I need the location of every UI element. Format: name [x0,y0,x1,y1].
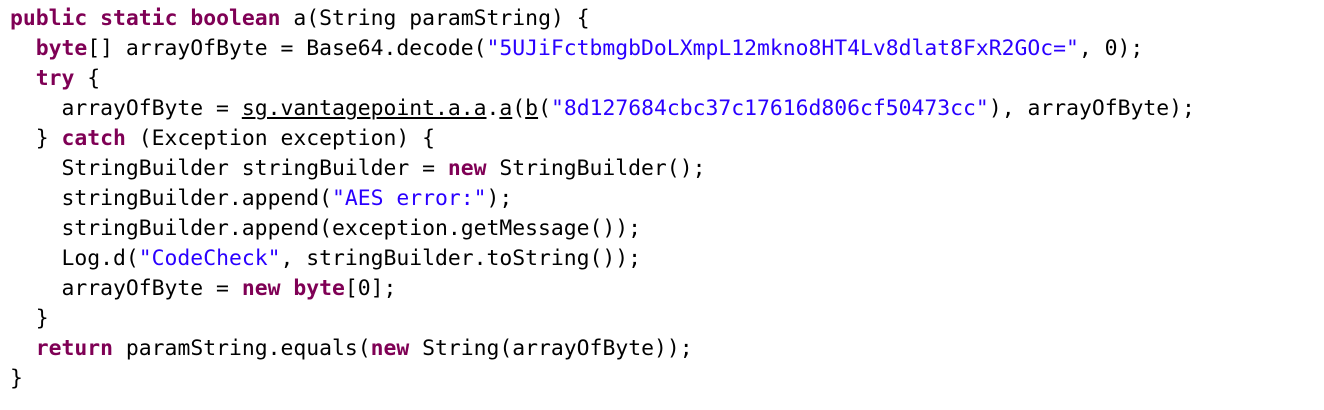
code-line: Log.d("CodeCheck", stringBuilder.toStrin… [10,244,1195,274]
code-text-token: arrayOfByte = [10,96,242,121]
string-literal-token: "5UJiFctbmgbDoLXmpL12mkno8HT4Lv8dlat8FxR… [486,36,1079,61]
keyword-token: new [370,336,410,361]
code-text-token: [] arrayOfByte = Base64.decode( [87,36,487,61]
underlined-identifier-token: sg.vantagepoint.a.a [241,96,487,121]
code-text-token: ( [512,96,526,121]
code-text-token: stringBuilder.append(exception.getMessag… [10,216,642,241]
underlined-identifier-token: a [499,96,513,121]
code-line: public static boolean a(String paramStri… [10,4,1195,34]
keyword-token: try [35,66,75,91]
keyword-token: public [10,6,88,31]
java-method-source: public static boolean a(String paramStri… [10,4,1195,394]
code-text-token: , 0); [1078,36,1144,61]
code-text-token: String(arrayOfByte)); [409,336,693,361]
code-line: return paramString.equals(new String(arr… [10,334,1195,364]
code-text-token: ( [538,96,551,121]
code-line: } catch (Exception exception) { [10,124,1195,154]
code-text-token: ), arrayOfByte); [988,96,1195,121]
code-line: byte[] arrayOfByte = Base64.decode("5UJi… [10,34,1195,64]
code-text-token: arrayOfByte = [10,276,242,301]
keyword-token: new [447,156,487,181]
underlined-identifier-token: b [525,96,539,121]
code-text-token: paramString.equals( [113,336,371,361]
code-text-token: . [486,96,500,121]
string-literal-token: "8d127684cbc37c17616d806cf50473cc" [550,96,989,121]
keyword-token: boolean [190,6,281,31]
code-line: stringBuilder.append(exception.getMessag… [10,214,1195,244]
keyword-token: byte [293,276,345,301]
code-text-token: } [10,126,62,151]
keyword-token: catch [61,126,126,151]
code-line: StringBuilder stringBuilder = new String… [10,154,1195,184]
keyword-token: return [35,336,114,361]
code-line: arrayOfByte = new byte[0]; [10,274,1195,304]
code-text-token: , stringBuilder.toString()); [280,246,642,271]
code-text-token: { [74,66,101,91]
code-text-token: ); [486,186,513,211]
keyword-token: new [241,276,281,301]
code-line: } [10,304,1195,334]
code-line: arrayOfByte = sg.vantagepoint.a.a.a(b("8… [10,94,1195,124]
code-text-token: } [10,366,23,391]
code-line: try { [10,64,1195,94]
code-line: stringBuilder.append("AES error:"); [10,184,1195,214]
code-text-token: stringBuilder.append( [10,186,332,211]
code-text-token: StringBuilder stringBuilder = [10,156,448,181]
code-text-token: (Exception exception) { [125,126,435,151]
code-text-token: [0]; [344,276,397,301]
code-editor-view[interactable]: public static boolean a(String paramStri… [0,0,1324,410]
string-literal-token: "AES error:" [331,186,487,211]
keyword-token: byte [35,36,88,61]
code-text-token: a(String paramString) { [280,6,590,31]
code-text-token: Log.d( [10,246,139,271]
keyword-token: static [100,6,178,31]
code-text-token: } [10,306,49,331]
string-literal-token: "CodeCheck" [138,246,281,271]
code-line: } [10,364,1195,394]
code-text-token: StringBuilder(); [486,156,706,181]
